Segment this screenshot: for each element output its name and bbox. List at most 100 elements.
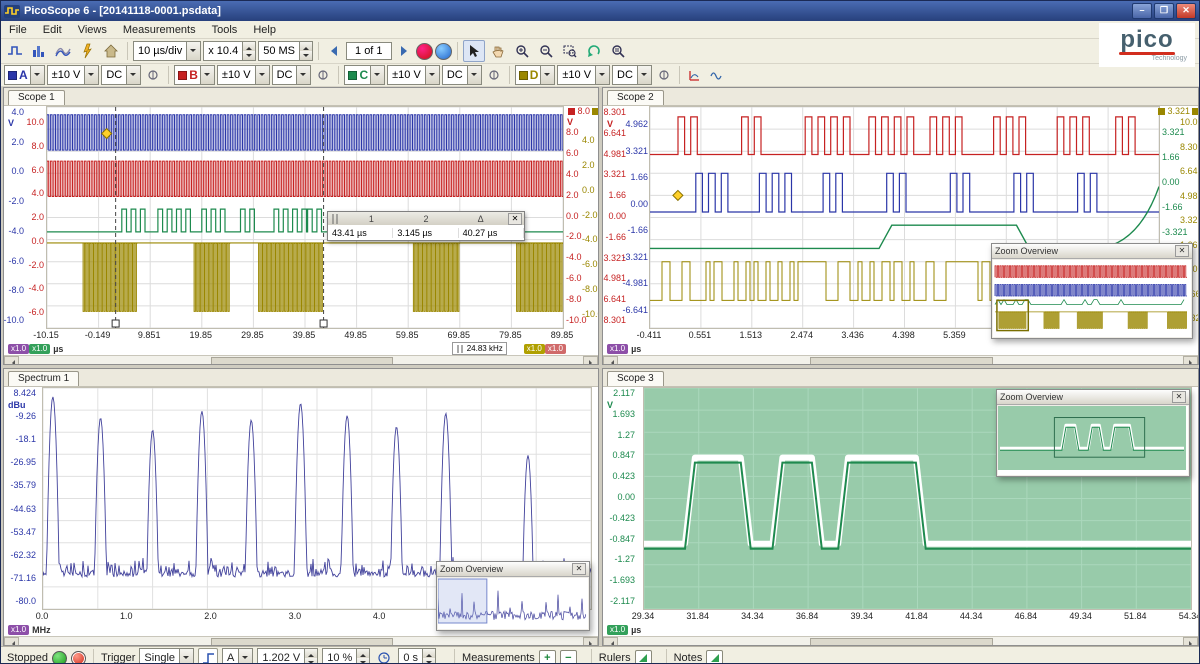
close-button[interactable]: ✕	[1176, 3, 1196, 19]
tab-scope2[interactable]: Scope 2	[607, 90, 664, 105]
scroll-thumb[interactable]	[211, 638, 393, 646]
channel-c-options-button[interactable]	[484, 65, 504, 85]
time-rulers-legend[interactable]: 1 2 Δ ✕ 43.41 µs 3.145 µs 40.27 µs	[327, 211, 525, 241]
scroll-track[interactable]	[19, 637, 583, 646]
scope-view-button[interactable]	[4, 40, 26, 62]
spectrum-view-button[interactable]	[28, 40, 50, 62]
trigger-edge-button[interactable]	[198, 648, 218, 664]
zoom-overview-window[interactable]: Zoom Overview ✕	[436, 561, 590, 631]
scroll-left-button[interactable]	[4, 356, 19, 365]
zoom-factor-badge[interactable]: x1.0	[524, 344, 545, 354]
holdoff-stepper[interactable]: 0 s	[398, 648, 436, 664]
timebase-select[interactable]: 10 µs/div	[133, 41, 201, 61]
scroll-thumb[interactable]	[810, 357, 993, 365]
menu-help[interactable]: Help	[245, 23, 284, 37]
channel-c-range-select[interactable]: ±10 V	[387, 65, 440, 85]
scope1-plot[interactable]: 1 2 Δ ✕ 43.41 µs 3.145 µs 40.27 µs	[46, 106, 564, 329]
scroll-track[interactable]	[618, 637, 1183, 646]
channel-a-range-select[interactable]: ±10 V	[47, 65, 100, 85]
stepper-arrows[interactable]	[422, 649, 435, 664]
rulers-button[interactable]	[635, 650, 652, 664]
hand-tool-button[interactable]	[487, 40, 509, 62]
menu-tools[interactable]: Tools	[204, 23, 246, 37]
home-button[interactable]	[100, 40, 122, 62]
scroll-left-button[interactable]	[603, 637, 618, 646]
scroll-right-button[interactable]	[583, 637, 598, 646]
tab-scope3[interactable]: Scope 3	[607, 371, 664, 386]
zoom-factor-stepper[interactable]: x 10.4	[203, 41, 256, 61]
minimize-button[interactable]: –	[1132, 3, 1152, 19]
stepper-arrows[interactable]	[356, 649, 369, 664]
scroll-right-button[interactable]	[583, 356, 598, 365]
replay-button[interactable]	[435, 43, 452, 60]
menu-edit[interactable]: Edit	[35, 23, 70, 37]
stepper-arrows[interactable]	[304, 649, 317, 664]
stepper-arrows[interactable]	[299, 42, 312, 60]
zoom-factor-badge[interactable]: x1.0	[29, 344, 50, 354]
probe-wizard-button[interactable]	[76, 40, 98, 62]
menu-file[interactable]: File	[1, 23, 35, 37]
scroll-track[interactable]	[19, 356, 583, 365]
menu-views[interactable]: Views	[70, 23, 115, 37]
zoom-factor-badge[interactable]: x1.0	[8, 625, 29, 635]
channel-b-options-button[interactable]	[313, 65, 333, 85]
spectrum1-hscrollbar[interactable]	[4, 636, 598, 646]
next-buffer-button[interactable]	[394, 41, 414, 61]
channel-a-button[interactable]: A	[4, 65, 45, 85]
trigger-delay-button[interactable]	[374, 648, 394, 664]
scroll-left-button[interactable]	[603, 356, 618, 365]
prev-buffer-button[interactable]	[324, 41, 344, 61]
channel-d-coupling-select[interactable]: DC	[612, 65, 652, 85]
channel-b-button[interactable]: B	[174, 65, 215, 85]
remove-measurement-button[interactable]: −	[560, 650, 577, 664]
zoom-factor-badge[interactable]: x1.0	[8, 344, 29, 354]
zoom-overview-window[interactable]: Zoom Overview ✕	[991, 243, 1193, 339]
scope3-hscrollbar[interactable]	[603, 636, 1198, 646]
tab-spectrum1[interactable]: Spectrum 1	[8, 371, 79, 386]
zoom-factor-badge[interactable]: x1.0	[545, 344, 566, 354]
scroll-thumb[interactable]	[211, 357, 393, 365]
close-icon[interactable]: ✕	[1175, 245, 1189, 257]
channel-b-coupling-select[interactable]: DC	[272, 65, 312, 85]
stepper-arrows[interactable]	[242, 42, 255, 60]
zoom-in-button[interactable]	[511, 40, 533, 62]
channel-c-coupling-select[interactable]: DC	[442, 65, 482, 85]
zoom-full-button[interactable]	[607, 40, 629, 62]
stop-capture-button[interactable]	[71, 651, 86, 664]
xy-mode-button[interactable]	[685, 65, 705, 85]
start-capture-button[interactable]	[52, 651, 67, 664]
scope1-hscrollbar[interactable]	[4, 355, 598, 365]
tab-scope1[interactable]: Scope 1	[8, 90, 65, 105]
close-icon[interactable]: ✕	[572, 563, 586, 575]
pretrigger-stepper[interactable]: 10 %	[322, 648, 370, 664]
marquee-zoom-button[interactable]	[559, 40, 581, 62]
scroll-thumb[interactable]	[810, 638, 993, 646]
trigger-source-select[interactable]: A	[222, 648, 253, 664]
channel-b-range-select[interactable]: ±10 V	[217, 65, 270, 85]
menu-measurements[interactable]: Measurements	[115, 23, 204, 37]
channel-d-button[interactable]: D	[515, 65, 556, 85]
persistence-view-button[interactable]	[52, 40, 74, 62]
close-icon[interactable]: ✕	[1172, 391, 1186, 403]
channel-c-button[interactable]: C	[344, 65, 385, 85]
zoom-overview-window[interactable]: Zoom Overview ✕	[996, 389, 1190, 477]
record-button[interactable]	[416, 43, 433, 60]
trigger-mode-select[interactable]: Single	[139, 648, 194, 664]
scroll-track[interactable]	[618, 356, 1183, 365]
zoom-factor-badge[interactable]: x1.0	[607, 344, 628, 354]
zoom-out-button[interactable]	[535, 40, 557, 62]
undo-zoom-button[interactable]	[583, 40, 605, 62]
scroll-right-button[interactable]	[1183, 637, 1198, 646]
scope2-hscrollbar[interactable]	[603, 355, 1198, 365]
awg-button[interactable]	[707, 65, 727, 85]
notes-button[interactable]	[706, 650, 723, 664]
pointer-tool-button[interactable]	[463, 40, 485, 62]
channel-d-range-select[interactable]: ±10 V	[557, 65, 610, 85]
trigger-level-stepper[interactable]: 1.202 V	[257, 648, 318, 664]
channel-a-coupling-select[interactable]: DC	[101, 65, 141, 85]
scroll-left-button[interactable]	[4, 637, 19, 646]
maximize-button[interactable]: ❐	[1154, 3, 1174, 19]
legend-close-icon[interactable]: ✕	[508, 213, 522, 225]
add-measurement-button[interactable]: +	[539, 650, 556, 664]
channel-a-options-button[interactable]	[143, 65, 163, 85]
